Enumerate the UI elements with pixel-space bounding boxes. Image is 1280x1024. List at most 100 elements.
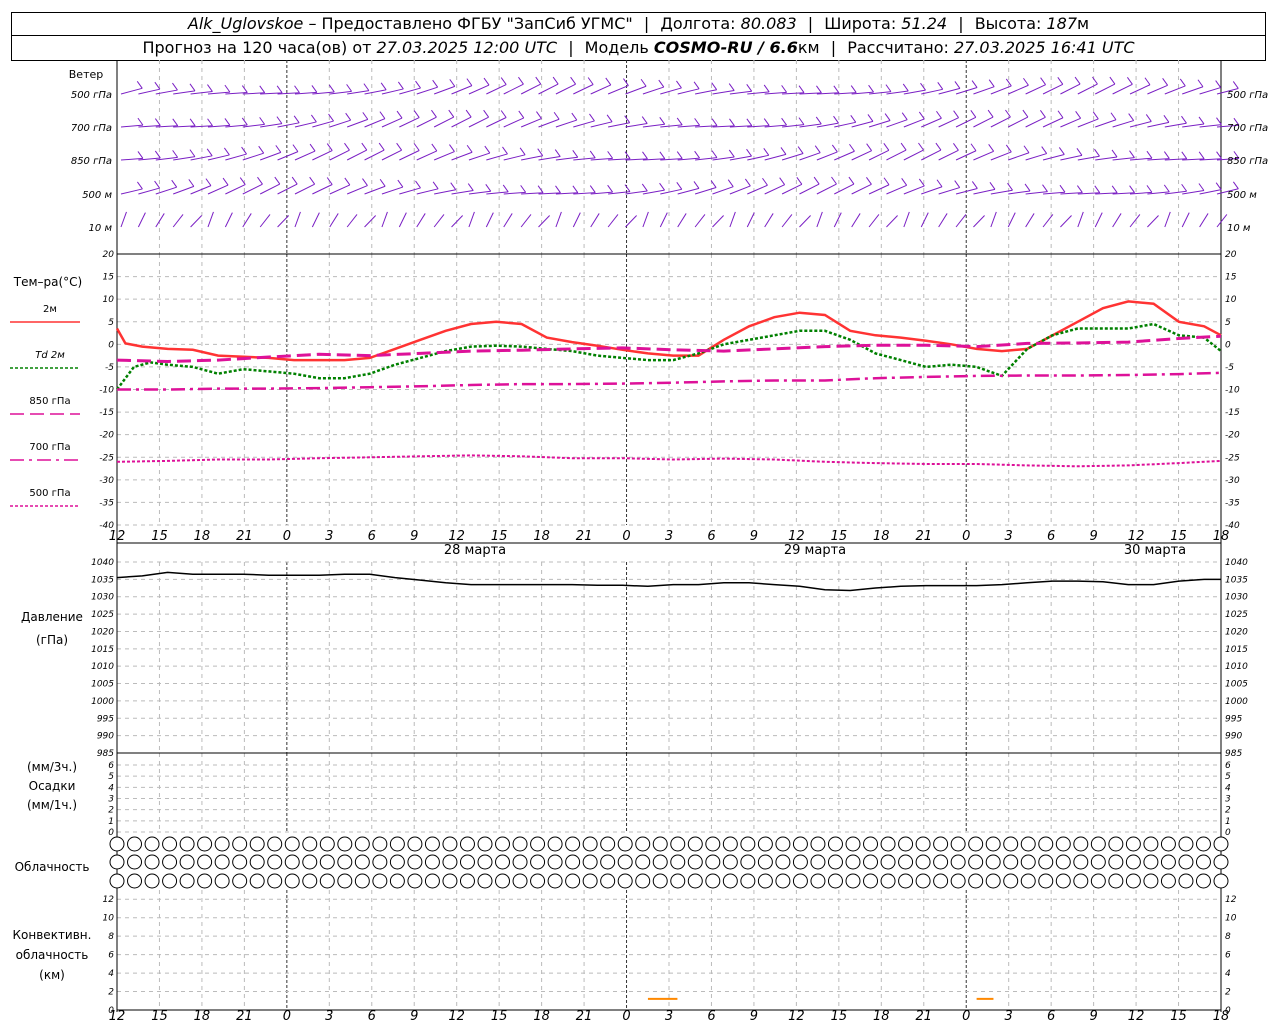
wind-barb: [660, 87, 682, 95]
wind-barb: [747, 184, 768, 195]
wind-barb-feather: [953, 143, 959, 151]
cloud-circle: [1073, 836, 1089, 852]
wind-barb-feather: [831, 176, 837, 185]
wind-barb: [851, 213, 861, 228]
cloud-circle: [985, 836, 1001, 852]
wind-barb: [642, 211, 649, 228]
wind-barb-feather: [137, 151, 144, 159]
y-tick-label-right: 985: [1225, 749, 1242, 759]
cloud-circle: [810, 854, 826, 870]
x-hour-label: 6: [368, 1009, 376, 1024]
y-tick-label-left: 2: [108, 806, 114, 816]
wind-level-label-left: 10 м: [89, 223, 113, 234]
precip-unit-1h: (мм/1ч.): [27, 798, 77, 812]
x-hour-label: 12: [109, 529, 126, 544]
wind-barb-feather: [465, 109, 472, 118]
wind-barb-feather: [1232, 181, 1239, 190]
wind-barb: [1060, 83, 1081, 95]
cloud-circle: [495, 854, 511, 870]
wind-barb-feather: [572, 185, 579, 194]
cloud-circle: [1195, 854, 1211, 870]
cloud-circle: [1038, 873, 1054, 889]
wind-barb-feather: [954, 180, 961, 188]
wind-barb: [938, 117, 959, 128]
cloud-circle: [617, 873, 633, 889]
wind-barb-feather: [1215, 80, 1222, 88]
cloud-circle: [1090, 836, 1106, 852]
cloud-circle: [933, 854, 949, 870]
cloud-circle: [792, 854, 808, 870]
y-tick-label-right: 8: [1225, 932, 1231, 942]
y-tick-label-right: -30: [1225, 476, 1240, 486]
wind-barb: [520, 118, 542, 128]
wind-barb: [625, 215, 637, 228]
wind-barb-feather: [431, 143, 438, 152]
cloud-circle: [863, 873, 879, 889]
wind-barb: [1008, 116, 1029, 128]
wind-barb-feather: [868, 84, 874, 93]
wind-barb: [799, 215, 811, 228]
cloud-circle: [144, 873, 160, 889]
cloud-circle: [1020, 836, 1036, 852]
wind-barb-feather: [814, 145, 821, 153]
wind-barb: [329, 149, 350, 161]
wind-barb: [451, 116, 472, 128]
wind-barb: [520, 214, 532, 228]
wind-barb-feather: [1181, 151, 1188, 160]
wind-barb-feather: [728, 83, 735, 91]
wind-barb-feather: [137, 117, 144, 126]
wind-barb-feather: [936, 110, 942, 119]
wind-barb: [381, 117, 403, 128]
x-hour-label: 6: [368, 529, 376, 544]
wind-barb: [642, 86, 664, 95]
wind-barb: [1025, 153, 1047, 161]
wind-barb-feather: [797, 146, 804, 154]
wind-barb-feather: [676, 117, 683, 126]
wind-barb: [921, 186, 943, 195]
y-tick-label-right: 995: [1225, 714, 1242, 724]
pressure-unit: (гПа): [36, 633, 68, 647]
wind-barb-feather: [885, 84, 892, 92]
wind-barb: [120, 87, 143, 95]
cloud-circle: [372, 836, 388, 852]
wind-barb-feather: [293, 115, 300, 124]
wind-barb: [659, 212, 668, 228]
cloud-circle: [127, 836, 143, 852]
wind-barb-feather: [779, 177, 786, 186]
cloud-circle: [1160, 854, 1176, 870]
wind-barb: [416, 116, 437, 128]
wind-barb: [868, 149, 890, 161]
y-tick-label-left: 985: [97, 749, 114, 759]
cloud-circle: [389, 854, 405, 870]
wind-barb: [451, 151, 473, 161]
y-tick-label-right: 0: [1225, 340, 1231, 350]
wind-barb: [764, 213, 774, 228]
wind-barb: [833, 212, 842, 228]
cloud-circle: [617, 854, 633, 870]
wind-barb: [538, 215, 550, 228]
cloud-circle: [827, 836, 843, 852]
cloud-circle: [1213, 836, 1229, 852]
wind-barb-feather: [729, 118, 735, 127]
cloud-circle: [898, 873, 914, 889]
wind-barb-feather: [1162, 77, 1169, 86]
wind-barb: [781, 183, 803, 195]
wind-barb-feather: [954, 81, 961, 89]
wind-barb: [381, 149, 402, 161]
cloud-circle: [442, 836, 458, 852]
wind-barb-feather: [1181, 183, 1188, 192]
x-hour-label: 12: [1128, 529, 1145, 544]
wind-barb-feather: [310, 114, 317, 123]
x-hour-label: 9: [1089, 529, 1097, 544]
x-hour-label: 9: [750, 529, 758, 544]
wind-barb: [955, 214, 967, 228]
wind-barb-feather: [1092, 76, 1098, 85]
x-hour-label: 21: [576, 529, 593, 544]
wind-barb-feather: [902, 83, 909, 92]
wind-barb-feather: [763, 84, 770, 93]
cloud-circle: [705, 836, 721, 852]
x-hour-label: 12: [1128, 1009, 1145, 1024]
wind-barb-feather: [624, 151, 631, 159]
cloud-circle: [968, 836, 984, 852]
wind-barb: [1164, 85, 1186, 95]
